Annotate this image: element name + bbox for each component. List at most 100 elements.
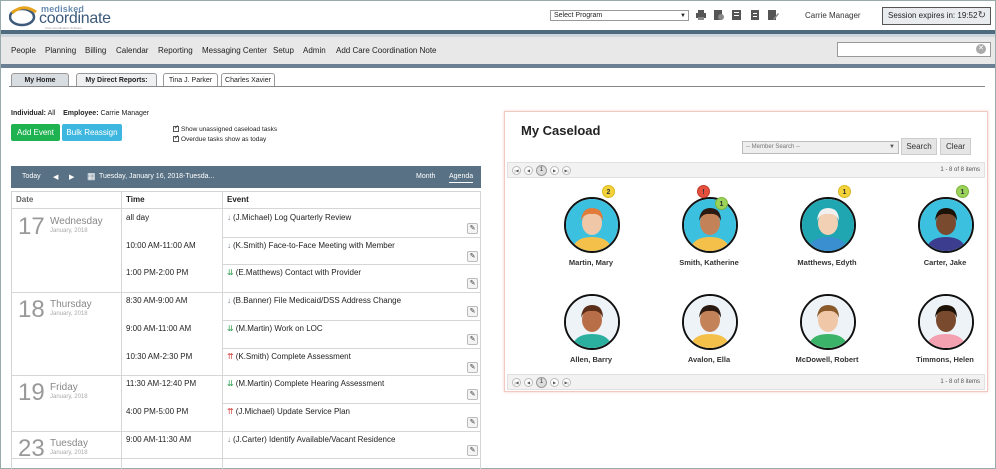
tab-my-home[interactable]: My Home	[11, 73, 69, 87]
current-user[interactable]: Carrie Manager	[805, 11, 861, 20]
notification-badge[interactable]: !	[697, 185, 710, 198]
print-icon[interactable]	[695, 9, 707, 21]
program-select[interactable]: Select Program ▼	[550, 10, 689, 21]
avatar[interactable]	[564, 197, 620, 253]
next-page-icon[interactable]: ▶	[550, 166, 559, 175]
event-item[interactable]: ↓ (K.Smith) Face-to-Face Meeting with Mem…	[227, 241, 395, 250]
last-page-icon[interactable]: ▶|	[562, 378, 571, 387]
event-item[interactable]: ⇈ (J.Michael) Update Service Plan	[227, 407, 350, 416]
event-item[interactable]: ⇊ (M.Martin) Complete Hearing Assessment	[227, 379, 384, 388]
member-card[interactable]: Allen, Barry	[541, 294, 641, 374]
employee-value[interactable]: Carrie Manager	[100, 110, 149, 117]
member-card[interactable]: Smith, Katherine! 1	[659, 185, 759, 277]
overdue-today-checkbox[interactable]: Overdue tasks show as today	[173, 134, 266, 143]
medisked-logo[interactable]: medisked coordinate Care Coordination So…	[9, 4, 129, 30]
nav-messaging-center[interactable]: Messaging Center	[202, 46, 267, 55]
add-event-button[interactable]: Add Event	[11, 124, 60, 141]
tab-person-tina-parker[interactable]: Tina J. Parker	[163, 73, 218, 87]
last-page-icon[interactable]: ▶|	[562, 166, 571, 175]
edit-pencil-icon[interactable]: ✎	[467, 333, 478, 345]
show-unassigned-checkbox[interactable]: Show unassigned caseload tasks	[173, 124, 277, 133]
member-name[interactable]: Avalon, Ella	[659, 355, 759, 364]
event-item[interactable]: ⇊ (M.Martin) Work on LOC	[227, 324, 323, 333]
member-name[interactable]: Timmons, Helen	[895, 355, 995, 364]
nav-people[interactable]: People	[11, 46, 36, 55]
member-card[interactable]: Martin, Mary 2	[541, 185, 641, 277]
view-agenda-tab[interactable]: Agenda	[449, 173, 474, 183]
calendar-date-range: Tuesday, January 16, 2018-Tuesda...	[99, 173, 215, 180]
event-item[interactable]: ↓ (J.Michael) Log Quarterly Review	[227, 213, 351, 222]
event-item[interactable]: ↓ (J.Carter) Identify Available/Vacant Re…	[227, 435, 395, 444]
individual-value[interactable]: All	[48, 110, 56, 117]
edit-pencil-icon[interactable]: ✎	[467, 361, 478, 373]
prev-page-icon[interactable]: ◀	[524, 378, 533, 387]
event-item[interactable]: ⇊ (E.Matthews) Contact with Provider	[227, 268, 361, 277]
nav-reporting[interactable]: Reporting	[158, 46, 193, 55]
edit-pencil-icon[interactable]: ✎	[467, 223, 478, 234]
avatar[interactable]	[564, 294, 620, 350]
event-item[interactable]: ⇈ (K.Smith) Complete Assessment	[227, 352, 351, 361]
member-name[interactable]: Smith, Katherine	[659, 258, 759, 267]
clear-button[interactable]: Clear	[940, 138, 971, 155]
next-page-icon[interactable]: ▶	[550, 378, 559, 387]
avatar[interactable]	[800, 197, 856, 253]
tab-my-direct-reports[interactable]: My Direct Reports:	[76, 73, 157, 87]
edit-pencil-icon[interactable]: ✎	[467, 306, 478, 318]
bulk-reassign-button[interactable]: Bulk Reassign	[62, 124, 122, 141]
nav-search-input[interactable]: ✕	[837, 42, 991, 57]
document-icon[interactable]	[749, 9, 761, 21]
today-button[interactable]: Today	[22, 173, 41, 180]
first-page-icon[interactable]: |◀	[512, 166, 521, 175]
refresh-icon[interactable]: ↻	[978, 8, 986, 24]
clear-icon[interactable]: ✕	[976, 44, 986, 54]
member-card[interactable]: Avalon, Ella	[659, 294, 759, 374]
edit-pencil-icon[interactable]: ✎	[467, 250, 478, 262]
avatar[interactable]	[682, 294, 738, 350]
nav-admin[interactable]: Admin	[303, 46, 326, 55]
nav-add-care-note[interactable]: Add Care Coordination Note	[336, 46, 437, 55]
nav-setup[interactable]: Setup	[273, 46, 294, 55]
view-month-tab[interactable]: Month	[416, 173, 435, 180]
nav-planning[interactable]: Planning	[45, 46, 76, 55]
checkbox-checked-icon[interactable]	[173, 124, 179, 133]
member-card[interactable]: Carter, Jake 1	[895, 185, 995, 277]
notification-badge[interactable]: 1	[715, 197, 728, 210]
nav-calendar[interactable]: Calendar	[116, 46, 148, 55]
prev-page-icon[interactable]: ◀	[524, 166, 533, 175]
avatar[interactable]	[800, 294, 856, 350]
member-name[interactable]: Martin, Mary	[541, 258, 641, 267]
member-name[interactable]: Matthews, Edyth	[777, 258, 877, 267]
calendar-icon[interactable]: ▦	[87, 171, 96, 182]
nav-billing[interactable]: Billing	[85, 46, 106, 55]
first-page-icon[interactable]: |◀	[512, 378, 521, 387]
edit-pencil-icon[interactable]: ✎	[467, 416, 478, 428]
tab-person-charles-xavier[interactable]: Charles Xavier	[221, 73, 275, 87]
notification-badge[interactable]: 1	[838, 185, 851, 198]
member-name[interactable]: McDowell, Robert	[777, 355, 877, 364]
print-preview-icon[interactable]	[713, 9, 725, 21]
member-name[interactable]: Allen, Barry	[541, 355, 641, 364]
edit-pencil-icon[interactable]: ✎	[467, 278, 478, 290]
event-item[interactable]: ↓ (B.Banner) File Medicaid/DSS Address Ch…	[227, 296, 401, 305]
member-card[interactable]: Matthews, Edyth 1	[777, 185, 877, 277]
prev-arrow-icon[interactable]: ◀	[53, 173, 58, 181]
member-search-select[interactable]: -- Member Search -- ▼	[742, 141, 899, 154]
search-button[interactable]: Search	[901, 138, 937, 155]
next-arrow-icon[interactable]: ▶	[69, 173, 74, 181]
member-name[interactable]: Carter, Jake	[895, 258, 995, 267]
avatar[interactable]	[918, 294, 974, 350]
edit-pencil-icon[interactable]: ✎	[467, 444, 478, 456]
edit-pencil-icon[interactable]: ✎	[467, 389, 478, 401]
edit-document-icon[interactable]	[767, 9, 779, 21]
checkbox-checked-icon[interactable]	[173, 134, 179, 143]
avatar[interactable]	[682, 197, 738, 253]
member-card[interactable]: McDowell, Robert	[777, 294, 877, 374]
member-card[interactable]: Timmons, Helen	[895, 294, 995, 374]
page-number[interactable]: 1	[536, 165, 547, 176]
list-icon[interactable]	[731, 9, 743, 21]
page-number[interactable]: 1	[536, 377, 547, 388]
notification-badge[interactable]: 2	[602, 185, 615, 198]
avatar[interactable]	[918, 197, 974, 253]
notification-badge[interactable]: 1	[956, 185, 969, 198]
priority-arrow-icon: ↓	[227, 296, 231, 306]
